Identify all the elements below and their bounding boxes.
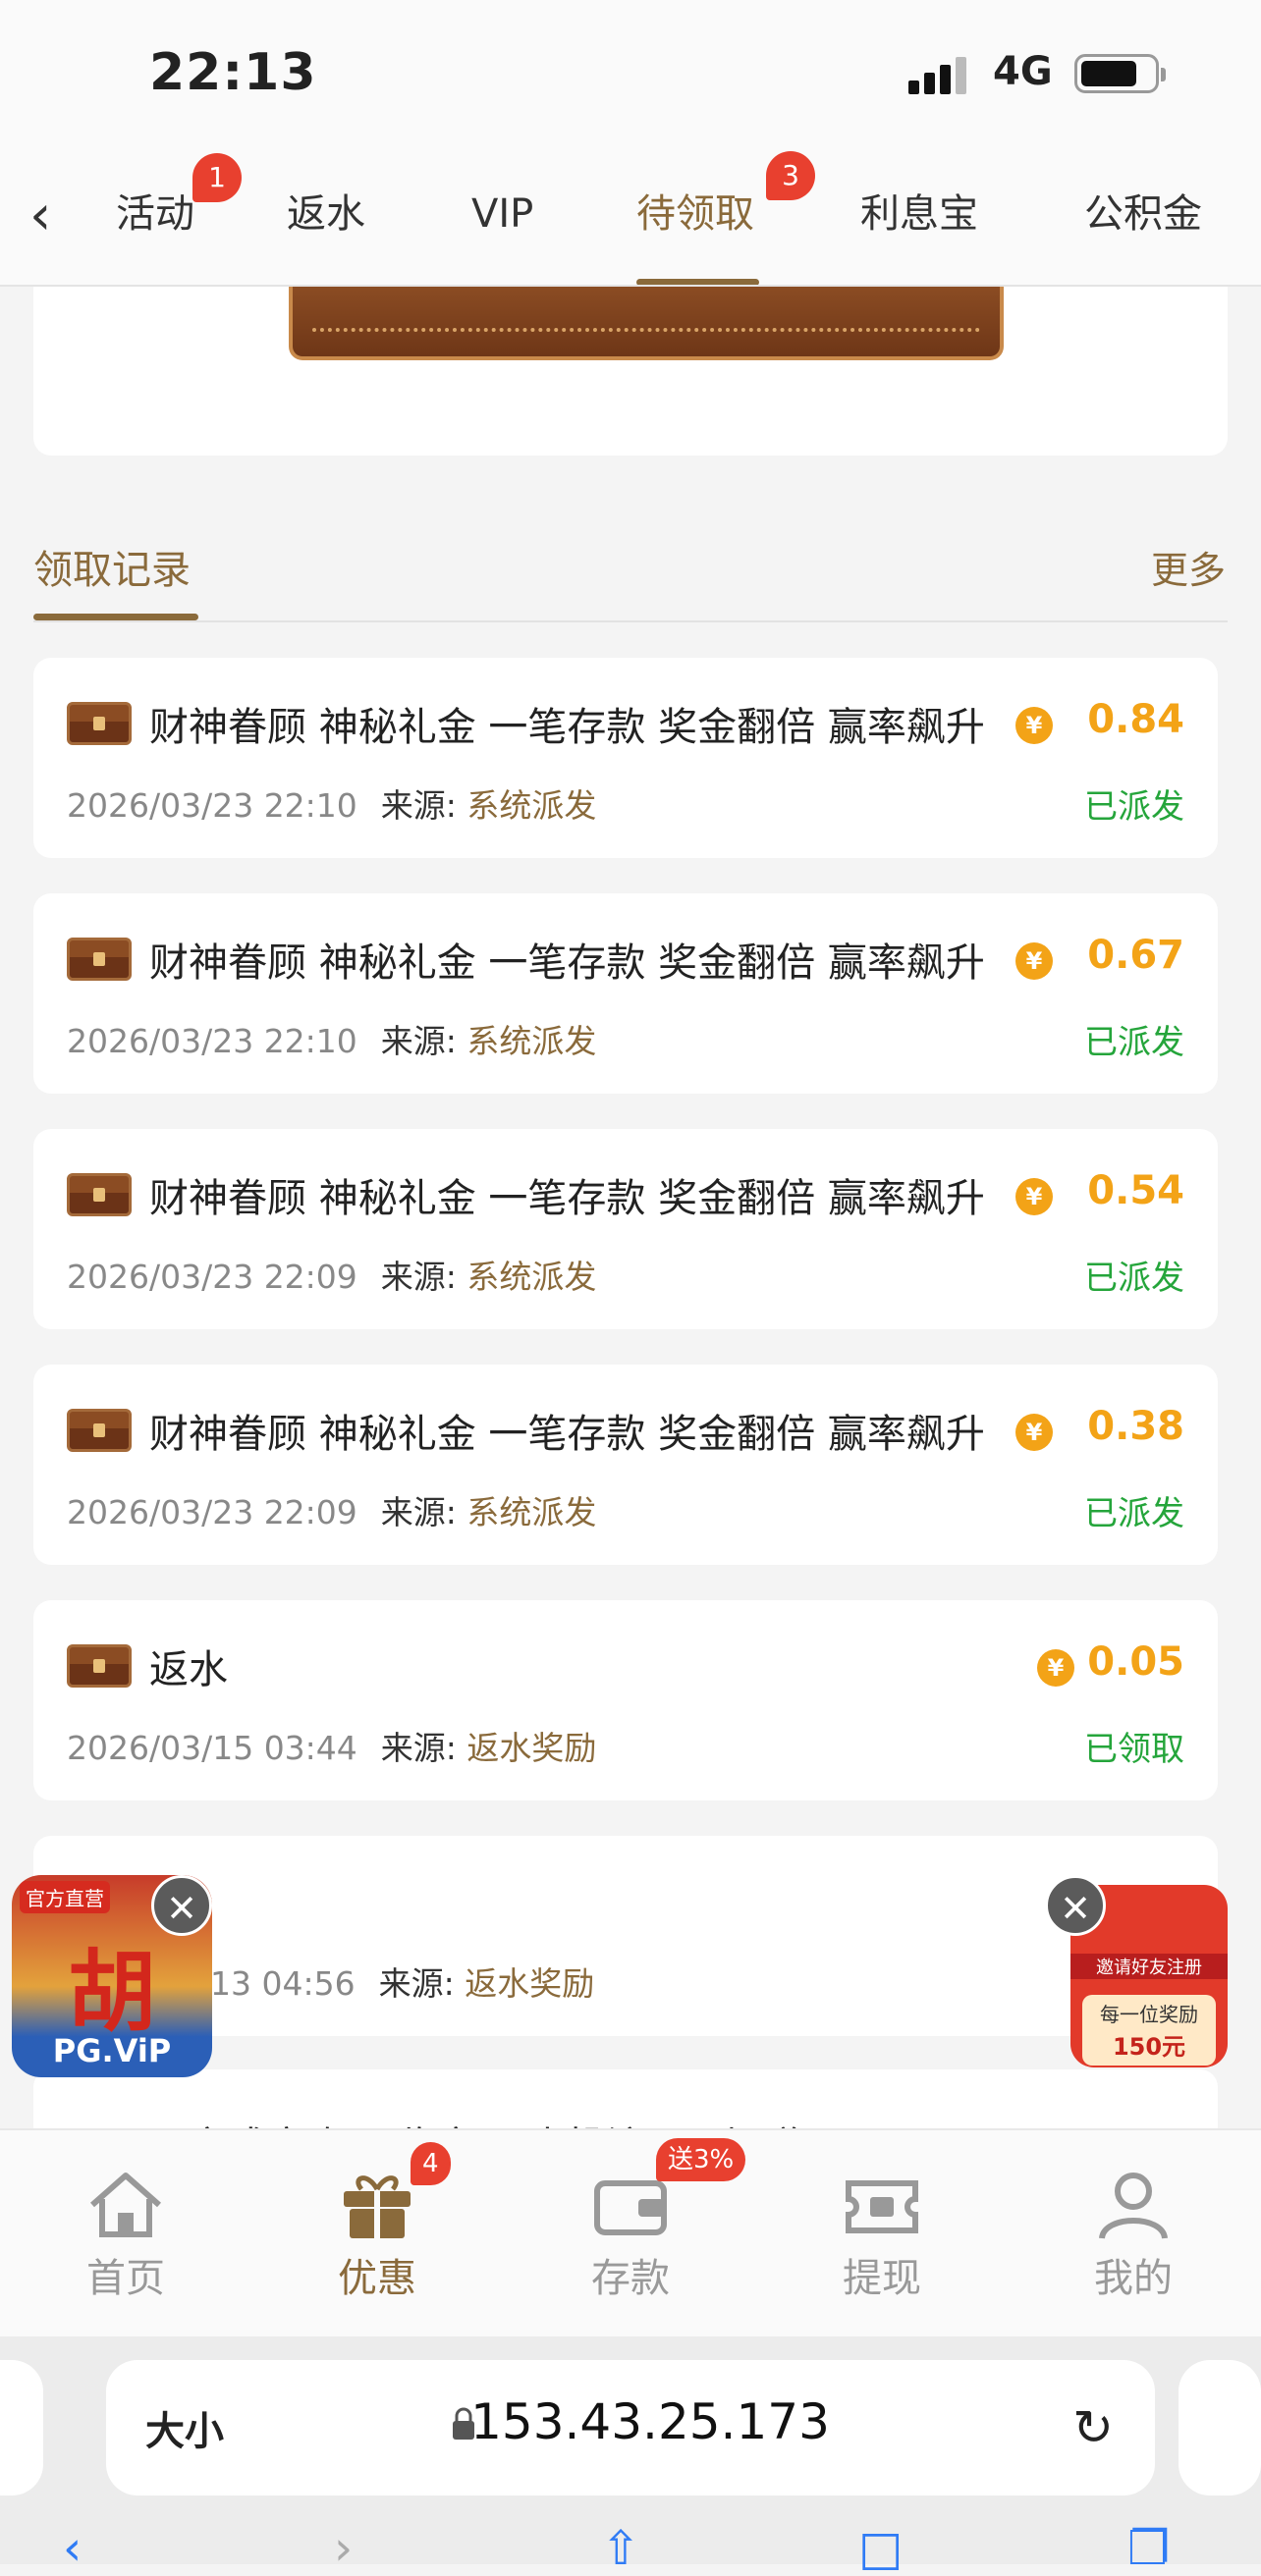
record-item[interactable]: 财神眷顾 神秘礼金 一笔存款 奖金翻倍 赢率飙升 ¥ 0.38 2026/03/… (33, 1365, 1218, 1565)
battery-icon (1074, 54, 1166, 93)
coin-icon: ¥ (1015, 707, 1053, 744)
share-icon[interactable]: ⇧ (601, 2521, 640, 2576)
records-title[interactable]: 领取记录 (33, 538, 191, 595)
nav-promotions-badge: 4 (411, 2142, 451, 2185)
network-type: 4G (993, 49, 1053, 94)
ad-glyph: 胡 (68, 1941, 156, 2044)
record-item-partial[interactable]: 三宫成良 好运临室 历史投注 1元加赠 (33, 2069, 1218, 2128)
nav-withdraw[interactable]: 提现 (813, 2170, 951, 2303)
record-amount: 0.38 (1087, 1404, 1184, 1449)
record-title: 财神眷顾 神秘礼金 一笔存款 奖金翻倍 赢率飙升 (149, 1412, 985, 1457)
nav-deposit[interactable]: 存款 (562, 2170, 699, 2303)
tabs-icon[interactable]: ❐ (1127, 2521, 1170, 2576)
tab-activity-badge: 1 (192, 153, 242, 202)
record-item[interactable]: 财神眷顾 神秘礼金 一笔存款 奖金翻倍 赢率飙升 ¥ 0.54 2026/03/… (33, 1129, 1218, 1329)
record-amount: 0.67 (1087, 933, 1184, 978)
tab-pending[interactable]: 待领取 (636, 188, 754, 240)
tab-activity[interactable]: 活动 (116, 188, 194, 240)
record-meta: 2026/03/23 22:10 来源: 系统派发 (67, 786, 597, 825)
record-title: 三宫成良 好运临室 历史投注 1元加赠 (149, 2115, 801, 2128)
nav-profile[interactable]: 我的 (1065, 2170, 1202, 2303)
tab-rebate[interactable]: 返水 (287, 188, 365, 240)
next-tab-card[interactable] (1179, 2360, 1261, 2496)
record-meta: 2026/03/23 22:10 来源: 系统派发 (67, 1022, 597, 1060)
record-meta: 2026/03/23 22:09 来源: 系统派发 (67, 1493, 597, 1531)
coin-icon: ¥ (1015, 942, 1053, 980)
record-status: 已派发 (1084, 787, 1184, 827)
record-amount: 0.05 (1087, 1639, 1184, 1685)
ad-reward-box: 每一位奖励 150元 (1082, 1995, 1216, 2066)
url-text: 153.43.25.173 (470, 2393, 830, 2450)
record-meta: 2026/03/15 03:44 来源: 返水奖励 (67, 1729, 597, 1767)
tab-pending-badge: 3 (766, 151, 815, 200)
forward-icon[interactable]: › (334, 2521, 353, 2576)
status-bar: 22:13 4G (0, 0, 1261, 147)
record-title: 财神眷顾 神秘礼金 一笔存款 奖金翻倍 赢率飙升 (149, 705, 985, 750)
address-bar[interactable]: 大小 153.43.25.173 ↻ (106, 2360, 1155, 2496)
record-status: 已派发 (1084, 1494, 1184, 1533)
bookmarks-icon[interactable]: □ (858, 2521, 903, 2576)
chest-icon (67, 1644, 132, 1688)
tab-vip[interactable]: VIP (471, 188, 533, 240)
record-amount: 0.84 (1087, 697, 1184, 742)
home-icon (86, 2170, 165, 2240)
record-item[interactable]: 返水 ¥ 0.05 2026/03/15 03:44 来源: 返水奖励 已领取 (33, 1600, 1218, 1800)
treasure-card (33, 287, 1228, 456)
divider (33, 620, 1228, 622)
ad-tag: 官方直营 (20, 1881, 110, 1913)
records-more-link[interactable]: 更多 (1151, 540, 1226, 594)
browser-toolbar: 大小 153.43.25.173 ↻ ‹ › ⇧ □ ❐ (0, 2336, 1261, 2576)
chest-icon (67, 702, 132, 745)
back-chevron-icon[interactable]: ‹ (29, 187, 51, 245)
back-icon[interactable]: ‹ (63, 2521, 82, 2576)
chest-icon (67, 1409, 132, 1452)
gift-icon (338, 2170, 416, 2240)
coin-icon: ¥ (1015, 1178, 1053, 1215)
record-meta: 13 04:56 来源: 返水奖励 (210, 1964, 595, 2003)
chest-icon (67, 938, 132, 981)
record-meta: 2026/03/23 22:09 来源: 系统派发 (67, 1258, 597, 1296)
record-title: 财神眷顾 神秘礼金 一笔存款 奖金翻倍 赢率飙升 (149, 940, 985, 986)
chest-icon (67, 1173, 132, 1216)
record-item[interactable]: 财神眷顾 神秘礼金 一笔存款 奖金翻倍 赢率飙升 ¥ 0.84 2026/03/… (33, 658, 1218, 858)
record-title: 财神眷顾 神秘礼金 一笔存款 奖金翻倍 赢率飙升 (149, 1176, 985, 1221)
category-tabs: ‹ 活动 1 返水 VIP 待领取 3 利息宝 公积金 (0, 147, 1261, 287)
coin-icon: ¥ (1015, 1414, 1053, 1451)
reload-icon[interactable]: ↻ (1072, 2399, 1114, 2456)
record-status: 已派发 (1084, 1023, 1184, 1062)
record-item[interactable]: 财神眷顾 神秘礼金 一笔存款 奖金翻倍 赢率飙升 ¥ 0.67 2026/03/… (33, 893, 1218, 1094)
coin-icon: ¥ (1037, 1649, 1074, 1687)
signal-icon (908, 55, 969, 94)
user-icon (1094, 2170, 1173, 2240)
tab-interest[interactable]: 利息宝 (860, 188, 978, 240)
record-amount: 0.54 (1087, 1168, 1184, 1213)
treasure-chest-icon (289, 287, 1004, 360)
tab-fund[interactable]: 公积金 (1084, 188, 1202, 240)
record-status: 已领取 (1084, 1730, 1184, 1769)
record-title: 返水 (149, 1647, 228, 1692)
ad-invite-text: 邀请好友注册 (1070, 1954, 1228, 1979)
record-status: 已派发 (1084, 1259, 1184, 1298)
records-tab-indicator (33, 614, 198, 620)
nav-home[interactable]: 首页 (57, 2170, 194, 2303)
close-icon[interactable]: ✕ (151, 1875, 212, 1936)
clock: 22:13 (149, 43, 317, 102)
close-icon[interactable]: ✕ (1045, 1875, 1106, 1936)
nav-promotions[interactable]: 优惠 (308, 2170, 446, 2303)
bottom-nav: 首页 优惠 4 存款 送3% 提现 我的 (0, 2128, 1261, 2336)
nav-deposit-badge: 送3% (656, 2138, 746, 2181)
active-tab-indicator (636, 279, 759, 285)
ad-label: PG.ViP (52, 2032, 172, 2069)
prev-tab-card[interactable] (0, 2360, 43, 2496)
cash-icon (843, 2170, 921, 2240)
